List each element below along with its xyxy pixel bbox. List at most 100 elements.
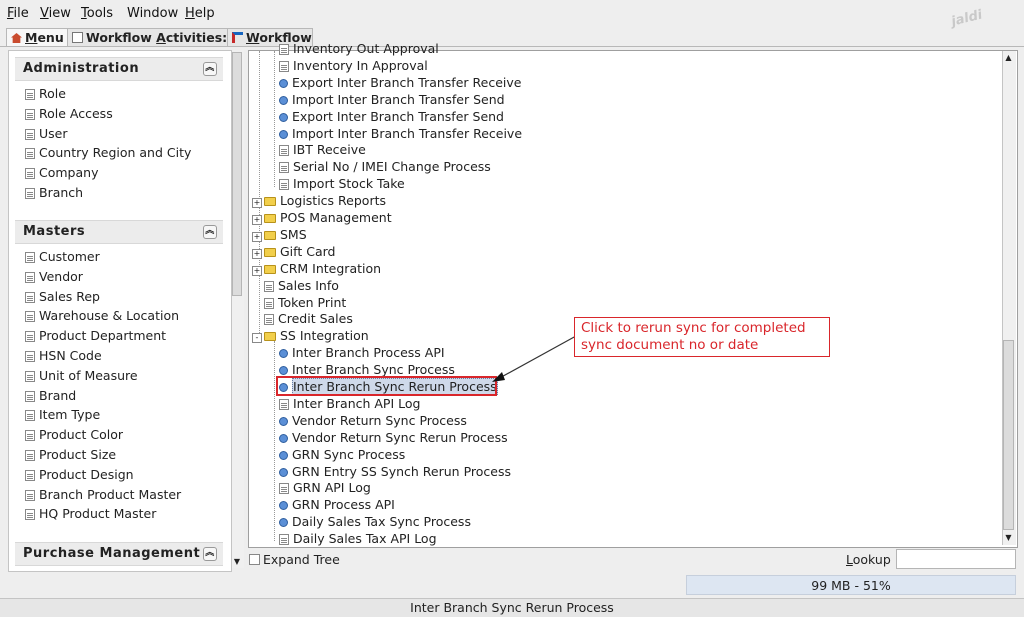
tree-node-label: Inter Branch API Log (293, 395, 421, 411)
expand-icon[interactable]: + (252, 248, 262, 259)
document-icon (279, 60, 289, 72)
tree-node[interactable]: Vendor Return Sync Rerun Process (279, 429, 508, 446)
document-icon (264, 297, 274, 309)
expand-icon[interactable]: + (252, 198, 262, 209)
menu-item-role[interactable]: Role (25, 84, 191, 104)
tab-menu[interactable]: Menu (6, 28, 72, 47)
menu-item-unit-of-measure[interactable]: Unit of Measure (25, 366, 181, 386)
expand-icon[interactable]: + (252, 215, 262, 225)
tree-node-label: CRM Integration (280, 260, 382, 276)
tree-node[interactable]: GRN Process API (279, 496, 395, 513)
group-header-purchase-management[interactable]: Purchase Management ︽ (15, 542, 223, 566)
tab-divider (0, 46, 1024, 47)
tree-node-label: GRN API Log (293, 480, 371, 496)
menu-view[interactable]: View (40, 6, 71, 21)
tree-node[interactable]: GRN API Log (279, 479, 371, 496)
menu-item-user[interactable]: User (25, 124, 191, 144)
tree-node[interactable]: + Gift Card (252, 243, 335, 260)
menu-item-sales-rep[interactable]: Sales Rep (25, 287, 181, 307)
menu-help[interactable]: Help (185, 6, 215, 21)
menu-item-country-region-city[interactable]: Country Region and City (25, 143, 191, 163)
tree-node[interactable]: Import Inter Branch Transfer Receive (279, 125, 522, 142)
menu-item-product-color[interactable]: Product Color (25, 425, 181, 445)
tree-node[interactable]: Import Inter Branch Transfer Send (279, 91, 505, 108)
menu-item-brand[interactable]: Brand (25, 386, 181, 406)
folder-icon (264, 197, 276, 207)
tree-node[interactable]: IBT Receive (279, 141, 366, 158)
menu-item-product-size[interactable]: Product Size (25, 445, 181, 465)
menu-item-product-design[interactable]: Product Design (25, 465, 181, 485)
tree-node[interactable]: GRN Sync Process (279, 446, 405, 463)
menu-panel-scroll-thumb[interactable] (232, 52, 242, 296)
menu-tools[interactable]: Tools (81, 6, 113, 21)
menu-item-company[interactable]: Company (25, 163, 191, 183)
tree-node[interactable]: + POS Management (252, 209, 392, 226)
menu-item-customer[interactable]: Customer (25, 247, 181, 267)
menu-item-vendor[interactable]: Vendor (25, 267, 181, 287)
scroll-down-arrow-icon[interactable]: ▼ (1003, 532, 1014, 544)
collapse-icon[interactable]: ︽ (203, 62, 217, 76)
tree-node-label: POS Management (280, 210, 392, 225)
expand-icon[interactable]: + (252, 231, 262, 242)
document-icon (25, 410, 35, 422)
menu-item-role-access[interactable]: Role Access (25, 104, 191, 124)
tree-node[interactable]: + CRM Integration (252, 260, 381, 277)
tree-node[interactable]: GRN Entry SS Synch Rerun Process (279, 463, 511, 480)
menu-item-hq-product-master[interactable]: HQ Product Master (25, 504, 181, 524)
expand-tree-checkbox[interactable]: Expand Tree (249, 552, 340, 567)
menu-item-hsn-code[interactable]: HSN Code (25, 346, 181, 366)
tree-node[interactable]: Inventory Out Approval (279, 40, 439, 57)
tree-node[interactable]: - SS Integration (252, 327, 369, 344)
menu-item-warehouse-location[interactable]: Warehouse & Location (25, 306, 181, 326)
tree-node-label: Inventory Out Approval (293, 41, 439, 56)
menu-item-item-type[interactable]: Item Type (25, 405, 181, 425)
memory-indicator[interactable]: 99 MB - 51% (686, 575, 1016, 595)
expand-icon[interactable]: + (252, 265, 262, 276)
tree-node-label: Vendor Return Sync Rerun Process (292, 429, 508, 445)
tree-scroll-thumb[interactable] (1003, 340, 1014, 530)
tree-node[interactable]: + Logistics Reports (252, 192, 386, 209)
status-bar: Inter Branch Sync Rerun Process (0, 598, 1024, 617)
process-icon (279, 501, 288, 511)
menu-bar: File View Tools Window Help (0, 0, 1024, 26)
tree-node[interactable]: Vendor Return Sync Process (279, 412, 467, 429)
folder-icon (264, 230, 276, 240)
tab-workflow-activities[interactable]: Workflow Activities: 0 (67, 28, 240, 47)
collapse-icon[interactable]: ︽ (203, 547, 217, 561)
tree-node[interactable]: Inventory In Approval (279, 57, 428, 74)
collapse-icon[interactable]: ︽ (203, 225, 217, 239)
tree-node[interactable]: Credit Sales (252, 310, 353, 327)
tree-node[interactable]: Token Print (252, 294, 346, 311)
collapse-icon[interactable]: - (252, 333, 262, 344)
menu-panel: Administration ︽ Role Role Access User C… (8, 50, 232, 572)
group-header-masters[interactable]: Masters ︽ (15, 220, 223, 244)
scroll-down-arrow-icon[interactable]: ▼ (232, 556, 242, 568)
document-icon (279, 179, 289, 191)
tree-node[interactable]: Export Inter Branch Transfer Receive (279, 74, 521, 91)
tree-node[interactable]: Export Inter Branch Transfer Send (279, 108, 504, 125)
tree-node-label: Logistics Reports (280, 193, 386, 209)
tree-node[interactable]: Inter Branch Process API (279, 344, 445, 361)
tree-node-label: Inter Branch Sync Process (292, 362, 455, 378)
scroll-up-arrow-icon[interactable]: ▲ (1003, 52, 1014, 64)
process-icon (279, 518, 288, 528)
lookup-input[interactable] (896, 549, 1016, 569)
tree-node[interactable]: Daily Sales Tax Sync Process (279, 513, 471, 530)
tree-node[interactable]: + SMS (252, 226, 307, 243)
menu-file[interactable]: File (7, 6, 29, 21)
tree-node[interactable]: Sales Info (252, 277, 339, 294)
callout-note: Click to rerun sync for completed sync d… (574, 317, 830, 357)
menu-item-branch-product-master[interactable]: Branch Product Master (25, 485, 181, 505)
tree-node[interactable]: Inter Branch API Log (279, 395, 420, 412)
tree-node-label: GRN Entry SS Synch Rerun Process (292, 463, 511, 479)
menu-item-product-department[interactable]: Product Department (25, 326, 181, 346)
document-icon (25, 390, 35, 402)
tree-node[interactable]: Import Stock Take (279, 175, 405, 192)
menu-item-branch[interactable]: Branch (25, 183, 191, 203)
tree-node[interactable]: Daily Sales Tax API Log (279, 530, 437, 547)
menu-window[interactable]: Window (127, 6, 178, 21)
document-icon (279, 483, 289, 495)
group-header-administration[interactable]: Administration ︽ (15, 57, 223, 81)
tree-node[interactable]: Serial No / IMEI Change Process (279, 158, 491, 175)
tree-node-label: GRN Process API (292, 497, 395, 513)
